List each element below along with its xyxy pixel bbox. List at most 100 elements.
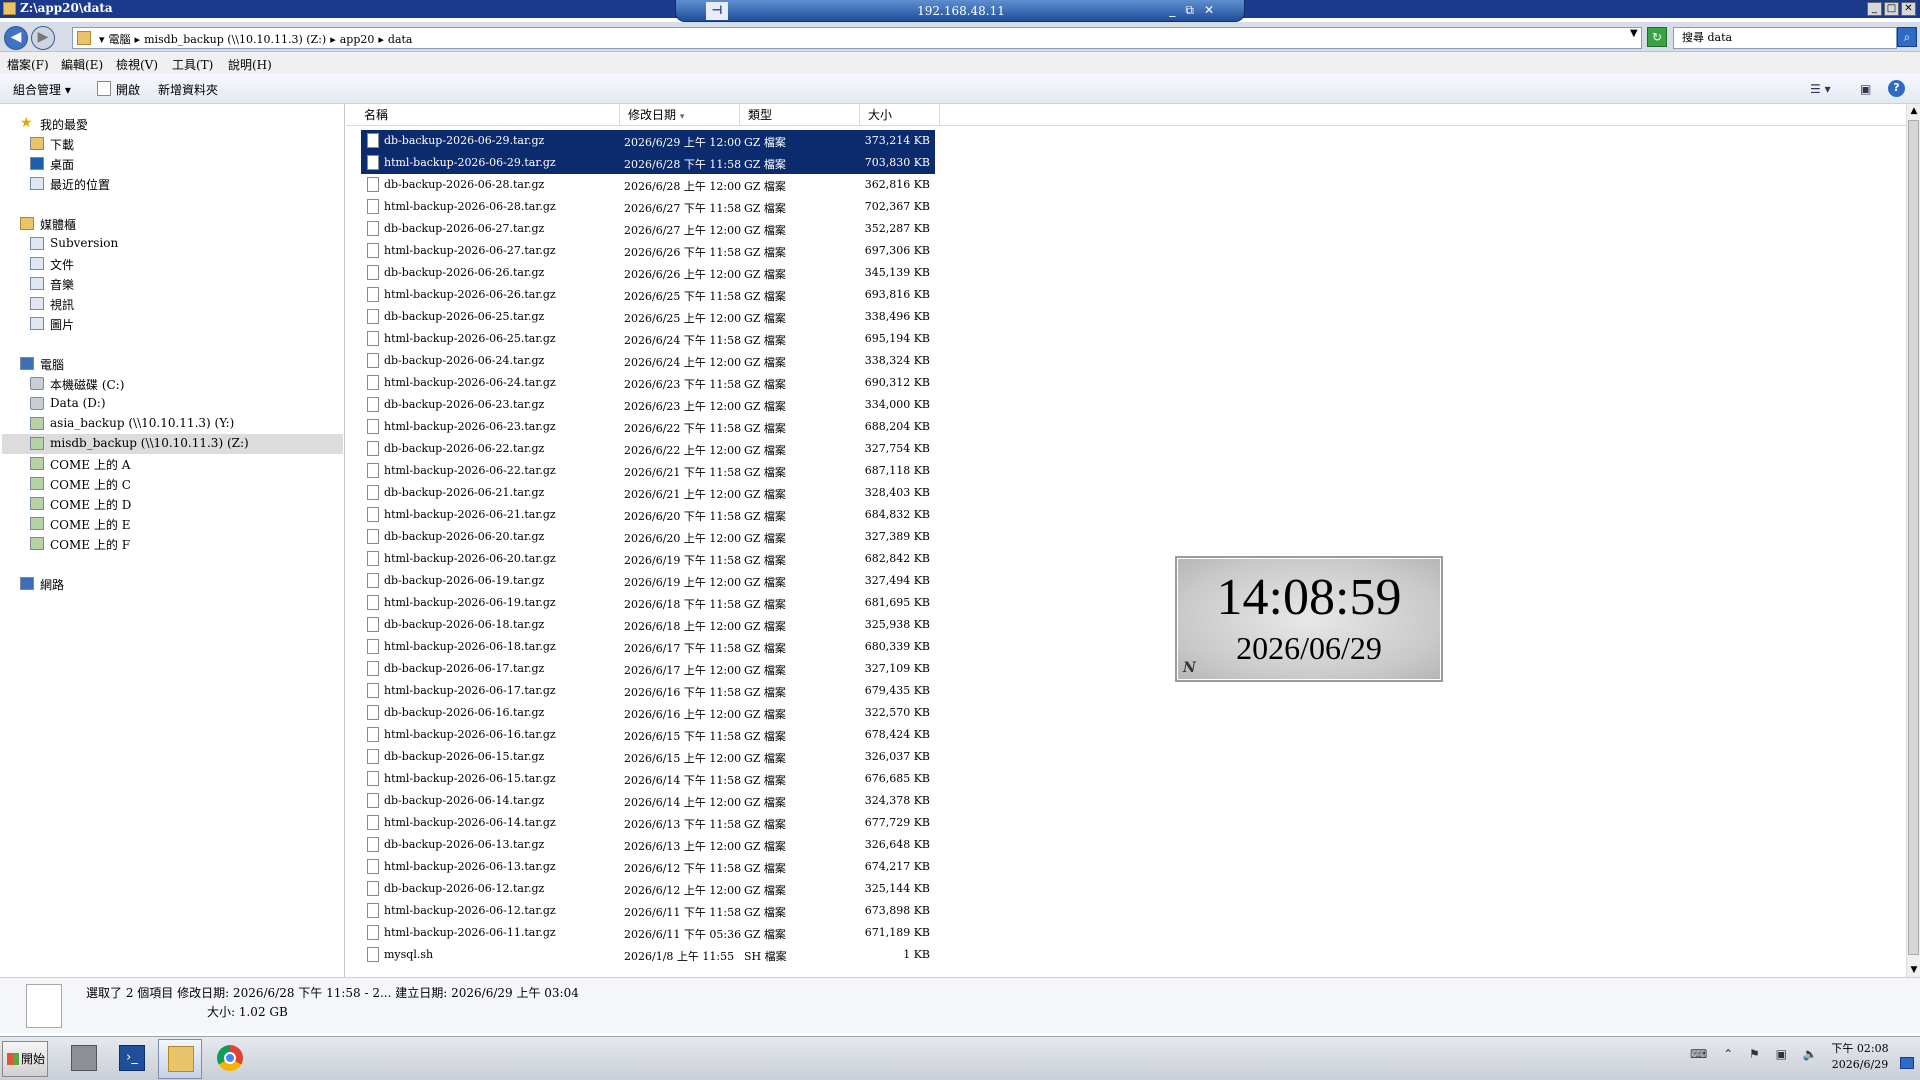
back-arrow-icon[interactable]: ◀ bbox=[4, 26, 28, 50]
column-type[interactable]: 類型 bbox=[740, 104, 860, 126]
network-status-icon[interactable]: ▣ bbox=[1776, 1047, 1787, 1061]
breadcrumb[interactable]: ▾ 電腦 ▸ misdb_backup (\\10.10.11.3) (Z:) ▸ app… bbox=[99, 31, 416, 47]
file-row[interactable]: db-backup-2026-06-25.tar.gz 2026/6/25 上午 … bbox=[361, 306, 935, 328]
nav-item-come-c[interactable]: COME 上的 C bbox=[30, 474, 330, 494]
nav-libraries[interactable]: 媒體櫃 bbox=[20, 214, 320, 234]
file-row[interactable]: mysql.sh 2026/1/8 上午 11:55 SH 檔案 1 KB bbox=[361, 944, 935, 966]
file-row[interactable]: html-backup-2026-06-13.tar.gz 2026/6/12 下… bbox=[361, 856, 935, 878]
file-row[interactable]: db-backup-2026-06-24.tar.gz 2026/6/24 上午 … bbox=[361, 350, 935, 372]
breadcrumb-item[interactable]: misdb_backup (\\10.10.11.3) (Z:) bbox=[144, 33, 326, 46]
close-button[interactable]: ✕ bbox=[1901, 2, 1916, 16]
tray-expand-icon[interactable]: ⌃ bbox=[1723, 1047, 1733, 1061]
minimize-button[interactable]: _ bbox=[1867, 2, 1882, 16]
file-row[interactable]: html-backup-2026-06-23.tar.gz 2026/6/22 下… bbox=[361, 416, 935, 438]
nav-item-drive-y[interactable]: asia_backup (\\10.10.11.3) (Y:) bbox=[30, 414, 330, 434]
view-options-icon[interactable]: ☰ ▾ bbox=[1810, 82, 1831, 96]
keyboard-icon[interactable]: ⌨ bbox=[1690, 1047, 1707, 1061]
menu-tools[interactable]: 工具(T) bbox=[172, 56, 213, 73]
file-row[interactable]: db-backup-2026-06-15.tar.gz 2026/6/15 上午 … bbox=[361, 746, 935, 768]
tray-clock[interactable]: 下午 02:08 2026/6/29 bbox=[1820, 1041, 1900, 1073]
help-icon[interactable]: ? bbox=[1888, 80, 1905, 97]
breadcrumb-item[interactable]: 電腦 bbox=[109, 33, 131, 46]
file-row[interactable]: db-backup-2026-06-19.tar.gz 2026/6/19 上午 … bbox=[361, 570, 935, 592]
nav-item-come-f[interactable]: COME 上的 F bbox=[30, 534, 330, 554]
file-row[interactable]: db-backup-2026-06-16.tar.gz 2026/6/16 上午 … bbox=[361, 702, 935, 724]
nav-network[interactable]: 網路 bbox=[20, 574, 320, 594]
file-row[interactable]: html-backup-2026-06-21.tar.gz 2026/6/20 下… bbox=[361, 504, 935, 526]
file-row[interactable]: html-backup-2026-06-26.tar.gz 2026/6/25 下… bbox=[361, 284, 935, 306]
file-row[interactable]: db-backup-2026-06-22.tar.gz 2026/6/22 上午 … bbox=[361, 438, 935, 460]
file-row[interactable]: html-backup-2026-06-25.tar.gz 2026/6/24 下… bbox=[361, 328, 935, 350]
column-name[interactable]: 名稱 bbox=[356, 104, 620, 126]
file-row[interactable]: html-backup-2026-06-28.tar.gz 2026/6/27 下… bbox=[361, 196, 935, 218]
nav-item-drive-c[interactable]: 本機磁碟 (C:) bbox=[30, 374, 330, 394]
breadcrumb-item[interactable]: data bbox=[388, 33, 413, 46]
chevron-down-icon[interactable]: ▼ bbox=[1630, 28, 1638, 39]
file-row[interactable]: html-backup-2026-06-20.tar.gz 2026/6/19 下… bbox=[361, 548, 935, 570]
rdp-restore-button[interactable]: ⧉ bbox=[1185, 3, 1194, 18]
maximize-button[interactable]: □ bbox=[1884, 2, 1899, 16]
nav-item-music[interactable]: 音樂 bbox=[30, 274, 330, 294]
file-row[interactable]: db-backup-2026-06-13.tar.gz 2026/6/13 上午 … bbox=[361, 834, 935, 856]
scroll-thumb[interactable] bbox=[1908, 120, 1919, 955]
vertical-scrollbar[interactable]: ▲ ▼ bbox=[1906, 104, 1920, 977]
new-folder-button[interactable]: 新增資料夾 bbox=[158, 81, 218, 98]
file-row[interactable]: html-backup-2026-06-27.tar.gz 2026/6/26 下… bbox=[361, 240, 935, 262]
clock-widget[interactable]: 14:08:59 2026/06/29 N bbox=[1175, 556, 1443, 682]
file-row[interactable]: db-backup-2026-06-14.tar.gz 2026/6/14 上午 … bbox=[361, 790, 935, 812]
scroll-down-icon[interactable]: ▼ bbox=[1907, 963, 1920, 977]
breadcrumb-item[interactable]: app20 bbox=[340, 33, 375, 46]
search-icon[interactable]: ⌕ bbox=[1897, 27, 1917, 47]
file-row[interactable]: db-backup-2026-06-27.tar.gz 2026/6/27 上午 … bbox=[361, 218, 935, 240]
taskbar-chrome[interactable] bbox=[208, 1039, 252, 1079]
column-date[interactable]: 修改日期 ▾ bbox=[620, 104, 740, 126]
nav-item-subversion[interactable]: Subversion bbox=[30, 234, 330, 254]
file-row[interactable]: db-backup-2026-06-26.tar.gz 2026/6/26 上午 … bbox=[361, 262, 935, 284]
scroll-up-icon[interactable]: ▲ bbox=[1907, 104, 1920, 118]
file-row[interactable]: html-backup-2026-06-29.tar.gz 2026/6/28 下… bbox=[361, 152, 935, 174]
start-button[interactable]: 開始 bbox=[2, 1041, 48, 1077]
forward-arrow-icon[interactable]: ▶ bbox=[31, 26, 55, 50]
breadcrumb-separator[interactable]: ▾ bbox=[99, 33, 105, 46]
taskbar-powershell[interactable]: ›_ bbox=[110, 1039, 154, 1079]
organize-button[interactable]: 組合管理 ▾ bbox=[13, 81, 71, 98]
file-row[interactable]: html-backup-2026-06-18.tar.gz 2026/6/17 下… bbox=[361, 636, 935, 658]
file-row[interactable]: html-backup-2026-06-15.tar.gz 2026/6/14 下… bbox=[361, 768, 935, 790]
file-row[interactable]: db-backup-2026-06-18.tar.gz 2026/6/18 上午 … bbox=[361, 614, 935, 636]
menu-file[interactable]: 檔案(F) bbox=[7, 56, 49, 73]
flag-icon[interactable]: ⚑ bbox=[1749, 1047, 1760, 1061]
file-row[interactable]: html-backup-2026-06-19.tar.gz 2026/6/18 下… bbox=[361, 592, 935, 614]
refresh-icon[interactable]: ↻ bbox=[1647, 27, 1667, 47]
rdp-close-button[interactable]: ✕ bbox=[1204, 3, 1214, 18]
file-row[interactable]: html-backup-2026-06-12.tar.gz 2026/6/11 下… bbox=[361, 900, 935, 922]
file-row[interactable]: db-backup-2026-06-23.tar.gz 2026/6/23 上午 … bbox=[361, 394, 935, 416]
file-row[interactable]: db-backup-2026-06-28.tar.gz 2026/6/28 上午 … bbox=[361, 174, 935, 196]
menu-view[interactable]: 檢視(V) bbox=[116, 56, 158, 73]
file-row[interactable]: db-backup-2026-06-29.tar.gz 2026/6/29 上午 … bbox=[361, 130, 935, 152]
nav-computer[interactable]: 電腦 bbox=[20, 354, 320, 374]
taskbar-explorer[interactable] bbox=[158, 1039, 202, 1079]
preview-pane-icon[interactable]: ▣ bbox=[1860, 82, 1871, 96]
taskbar-server-manager[interactable] bbox=[62, 1039, 106, 1079]
nav-item-videos[interactable]: 視訊 bbox=[30, 294, 330, 314]
menu-help[interactable]: 說明(H) bbox=[228, 56, 272, 73]
show-desktop-button[interactable] bbox=[1900, 1057, 1914, 1069]
file-row[interactable]: html-backup-2026-06-24.tar.gz 2026/6/23 下… bbox=[361, 372, 935, 394]
file-row[interactable]: db-backup-2026-06-20.tar.gz 2026/6/20 上午 … bbox=[361, 526, 935, 548]
nav-item-desktop[interactable]: 桌面 bbox=[30, 154, 330, 174]
file-row[interactable]: db-backup-2026-06-12.tar.gz 2026/6/12 上午 … bbox=[361, 878, 935, 900]
breadcrumb-separator[interactable]: ▸ bbox=[330, 33, 336, 46]
nav-item-come-a[interactable]: COME 上的 A bbox=[30, 454, 330, 474]
breadcrumb-separator[interactable]: ▸ bbox=[135, 33, 141, 46]
file-row[interactable]: db-backup-2026-06-17.tar.gz 2026/6/17 上午 … bbox=[361, 658, 935, 680]
nav-item-drive-z[interactable]: misdb_backup (\\10.10.11.3) (Z:) bbox=[2, 434, 343, 454]
address-bar[interactable]: ▾ 電腦 ▸ misdb_backup (\\10.10.11.3) (Z:) ▸ app… bbox=[72, 27, 1642, 49]
file-row[interactable]: html-backup-2026-06-16.tar.gz 2026/6/15 下… bbox=[361, 724, 935, 746]
menu-edit[interactable]: 編輯(E) bbox=[61, 56, 103, 73]
file-row[interactable]: db-backup-2026-06-21.tar.gz 2026/6/21 上午 … bbox=[361, 482, 935, 504]
file-row[interactable]: html-backup-2026-06-22.tar.gz 2026/6/21 下… bbox=[361, 460, 935, 482]
volume-icon[interactable]: 🔈 bbox=[1803, 1047, 1818, 1061]
open-button[interactable]: 開啟 bbox=[116, 81, 140, 98]
nav-item-recent[interactable]: 最近的位置 bbox=[30, 174, 330, 194]
nav-item-drive-d[interactable]: Data (D:) bbox=[30, 394, 330, 414]
